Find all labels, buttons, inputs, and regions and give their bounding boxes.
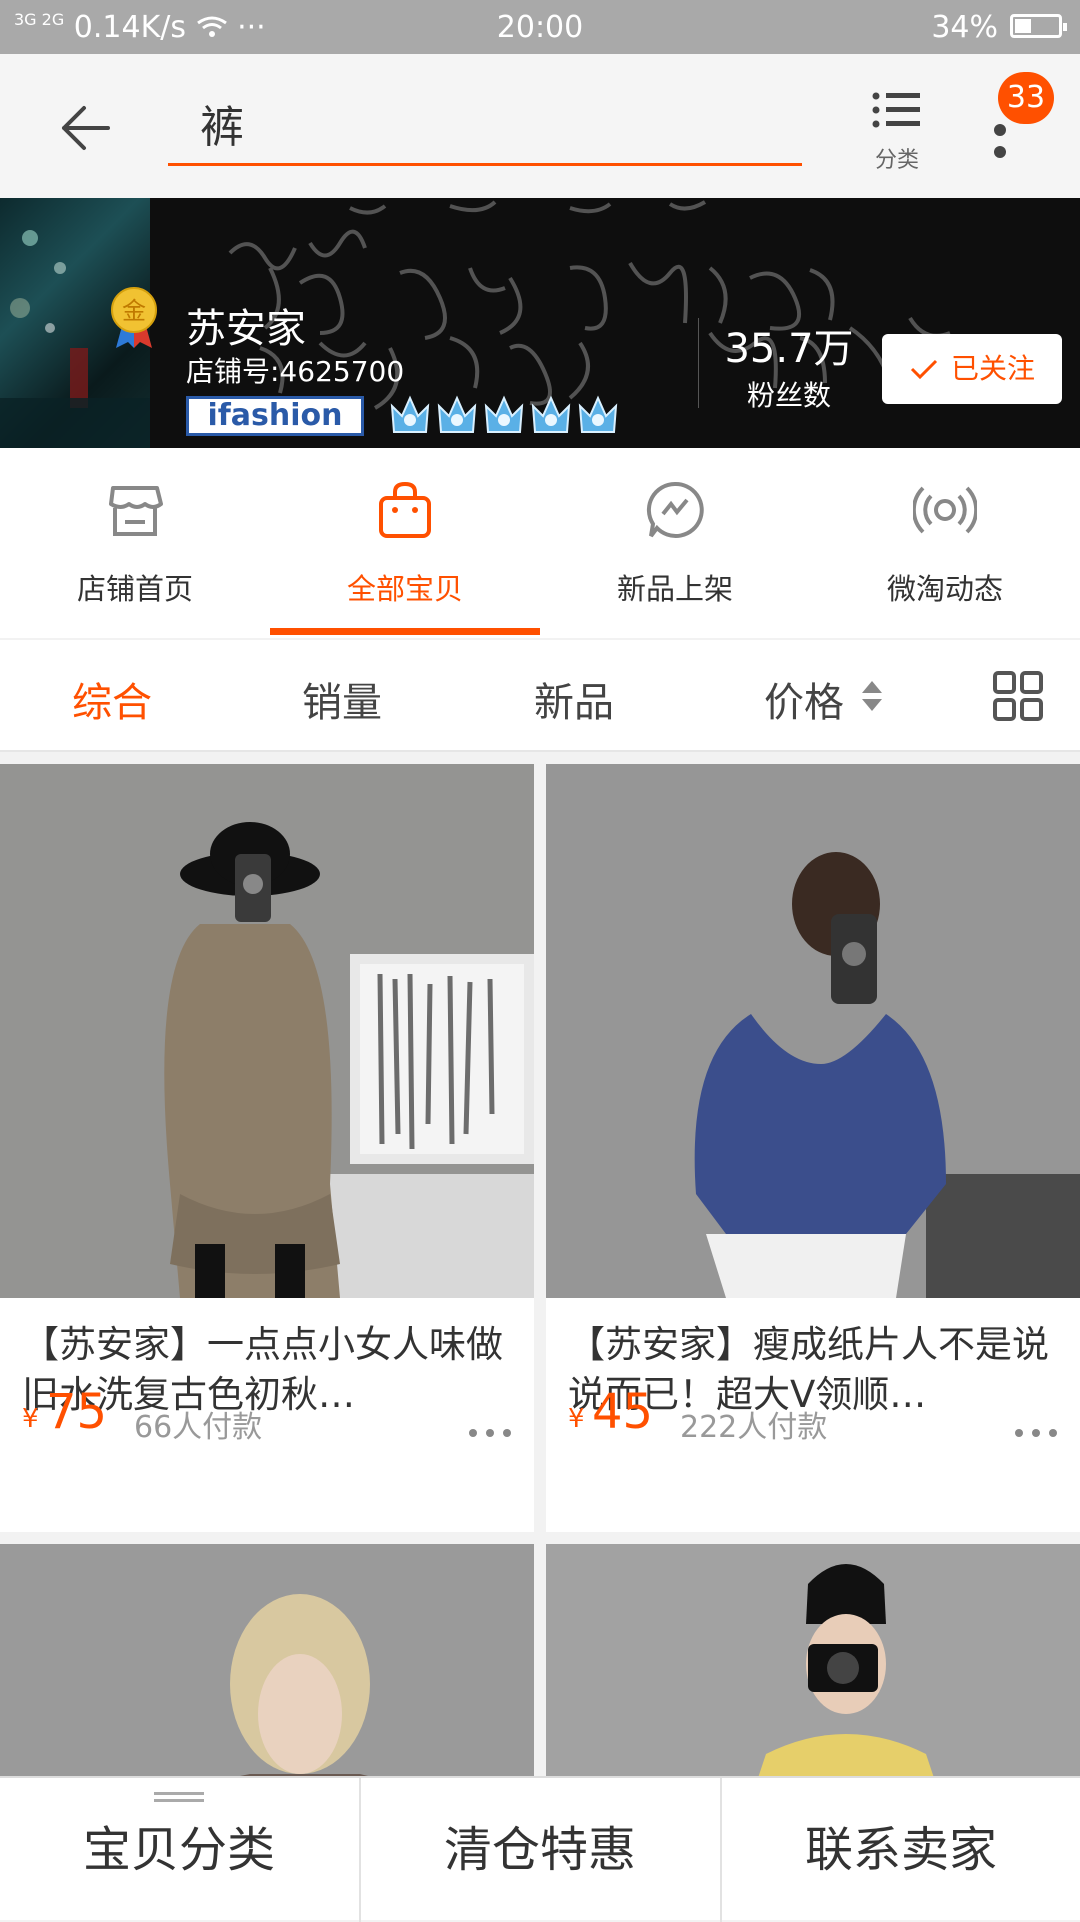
tab-new-arrivals[interactable]: 新品上架 bbox=[540, 448, 810, 638]
shop-rating-crowns bbox=[388, 392, 628, 440]
product-card[interactable]: 【苏安家】一点点小女人味做旧水洗复古色初秋… ¥ 75 66人付款 bbox=[0, 764, 534, 1532]
sort-arrows-icon bbox=[862, 681, 882, 711]
shop-tabs: 店铺首页 全部宝贝 新品上架 微淘动态 bbox=[0, 448, 1080, 638]
ifashion-label: ifashion bbox=[207, 398, 343, 433]
tab-all-items[interactable]: 全部宝贝 bbox=[270, 448, 540, 638]
tab-label: 店铺首页 bbox=[76, 572, 193, 606]
category-label: 分类 bbox=[874, 148, 919, 173]
shop-banner: 金 苏安家 店铺号:4625700 ifashion 35.7万 粉丝数 已关注 bbox=[0, 198, 1080, 448]
battery-icon bbox=[1010, 14, 1067, 38]
product-sales: 66人付款 bbox=[134, 1410, 263, 1445]
status-time: 20:00 bbox=[496, 10, 584, 45]
contact-seller-button[interactable]: 联系卖家 bbox=[722, 1778, 1080, 1922]
follow-button[interactable]: 已关注 bbox=[882, 334, 1062, 404]
tab-label: 全部宝贝 bbox=[346, 572, 463, 606]
search-box[interactable] bbox=[168, 82, 802, 166]
top-header: 分类 33 bbox=[0, 54, 1080, 198]
svg-text:金: 金 bbox=[122, 297, 146, 325]
product-sales: 222人付款 bbox=[680, 1410, 828, 1445]
shop-id: 店铺号:4625700 bbox=[186, 355, 405, 388]
more-dots-icon[interactable] bbox=[468, 1428, 512, 1438]
tab-label: 微淘动态 bbox=[886, 572, 1003, 606]
lightning-bubble-icon bbox=[646, 481, 704, 538]
message-badge: 33 bbox=[998, 72, 1054, 124]
crown-icon bbox=[484, 395, 524, 433]
bottom-action-bar: 宝贝分类 清仓特惠 联系卖家 bbox=[0, 1776, 1080, 1922]
follow-label: 已关注 bbox=[950, 352, 1035, 385]
currency-symbol: ¥ bbox=[568, 1404, 585, 1434]
sort-comprehensive[interactable]: 综合 bbox=[72, 670, 152, 728]
product-card[interactable]: 【苏安家】瘦成纸片人不是说说而已！超大V领顺… ¥ 45 222人付款 bbox=[546, 764, 1080, 1532]
product-image[interactable] bbox=[546, 764, 1080, 1298]
product-price: 45 bbox=[592, 1384, 654, 1440]
list-icon bbox=[872, 92, 920, 128]
more-dots-icon[interactable] bbox=[1014, 1428, 1058, 1438]
battery-percent: 34% bbox=[931, 10, 998, 45]
product-image[interactable] bbox=[546, 1544, 1080, 1784]
sort-price[interactable]: 价格 bbox=[764, 670, 844, 728]
tab-label: 新品上架 bbox=[616, 572, 733, 606]
category-button[interactable]: 分类 bbox=[862, 84, 932, 174]
sort-sales[interactable]: 销量 bbox=[302, 670, 382, 728]
grid-view-icon[interactable] bbox=[992, 670, 1044, 722]
search-input[interactable] bbox=[198, 88, 782, 158]
sort-new[interactable]: 新品 bbox=[534, 670, 614, 728]
store-icon bbox=[109, 486, 163, 536]
back-arrow-icon[interactable] bbox=[56, 98, 116, 158]
ifashion-badge: ifashion bbox=[186, 396, 364, 436]
product-card[interactable] bbox=[546, 1544, 1080, 1784]
item-category-button[interactable]: 宝贝分类 bbox=[0, 1778, 358, 1922]
gold-medal-icon: 金 bbox=[108, 286, 160, 350]
active-tab-indicator bbox=[270, 628, 540, 635]
check-icon bbox=[910, 359, 938, 380]
fans-label: 粉丝数 bbox=[746, 379, 831, 412]
product-image[interactable] bbox=[0, 1544, 534, 1784]
crown-icon bbox=[578, 395, 618, 433]
sort-bar: 综合 销量 新品 价格 bbox=[0, 640, 1080, 752]
crown-icon bbox=[390, 395, 430, 433]
broadcast-icon bbox=[913, 486, 977, 534]
product-card[interactable] bbox=[0, 1544, 534, 1784]
tab-store-home[interactable]: 店铺首页 bbox=[0, 448, 270, 638]
currency-symbol: ¥ bbox=[22, 1404, 39, 1434]
crown-icon bbox=[531, 395, 571, 433]
status-bar: 3G 2G 0.14K/s ··· 20:00 34% bbox=[0, 0, 1080, 54]
crown-icon bbox=[437, 395, 477, 433]
fans-count: 35.7万 bbox=[724, 326, 854, 372]
product-price: 75 bbox=[46, 1384, 108, 1440]
shop-name: 苏安家 bbox=[186, 306, 306, 352]
bag-icon bbox=[379, 481, 431, 538]
clearance-button[interactable]: 清仓特惠 bbox=[361, 1778, 719, 1922]
product-image[interactable] bbox=[0, 764, 534, 1298]
tab-weitao[interactable]: 微淘动态 bbox=[810, 448, 1080, 638]
